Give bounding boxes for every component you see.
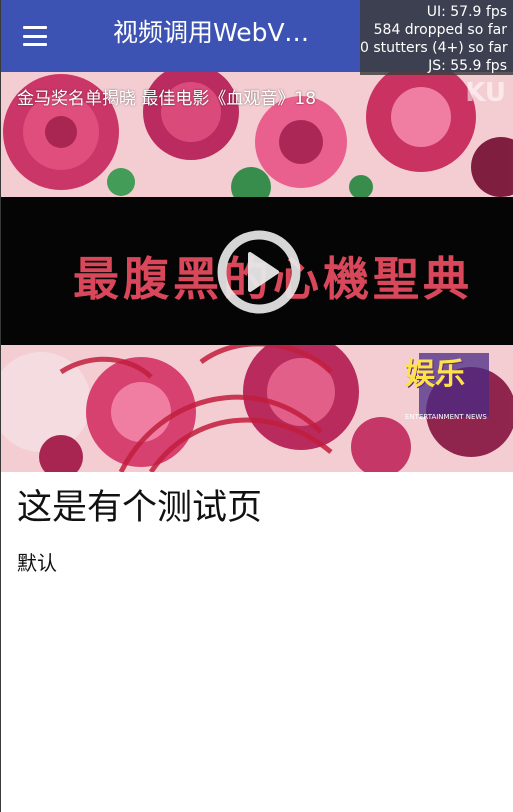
video-player[interactable]: 金马奖名单揭晓 最佳电影《血观音》18 KU 最腹黑的心機聖典 娱乐 ENTER… [1,72,513,472]
video-caption: 金马奖名单揭晓 最佳电影《血观音》18 [17,89,317,109]
perf-stutters: 0 stutters (4+) so far [360,40,508,56]
perf-ui-fps: UI: 57.9 fps [426,4,507,20]
perf-dropped-frames: 584 dropped so far [373,22,507,38]
logo-sub-text: ENTERTAINMENT NEWS [405,413,487,421]
page-body-text: 默认 [17,551,57,575]
entertainment-logo: 娱乐 ENTERTAINMENT NEWS [405,349,495,439]
video-watermark: KU [465,78,506,108]
logo-main-text: 娱乐 [405,357,465,392]
app-screen: 视频调用WebView UI: 57.9 fps 584 dropped so … [0,0,513,812]
page-heading: 这是有个测试页 [17,488,263,528]
perf-js-fps: JS: 55.9 fps [428,58,507,74]
hamburger-menu-icon[interactable] [15,22,55,50]
perf-monitor-overlay: UI: 57.9 fps 584 dropped so far 0 stutte… [360,0,513,75]
toolbar-title: 视频调用WebView [113,18,313,47]
play-circle-icon[interactable] [217,230,301,314]
